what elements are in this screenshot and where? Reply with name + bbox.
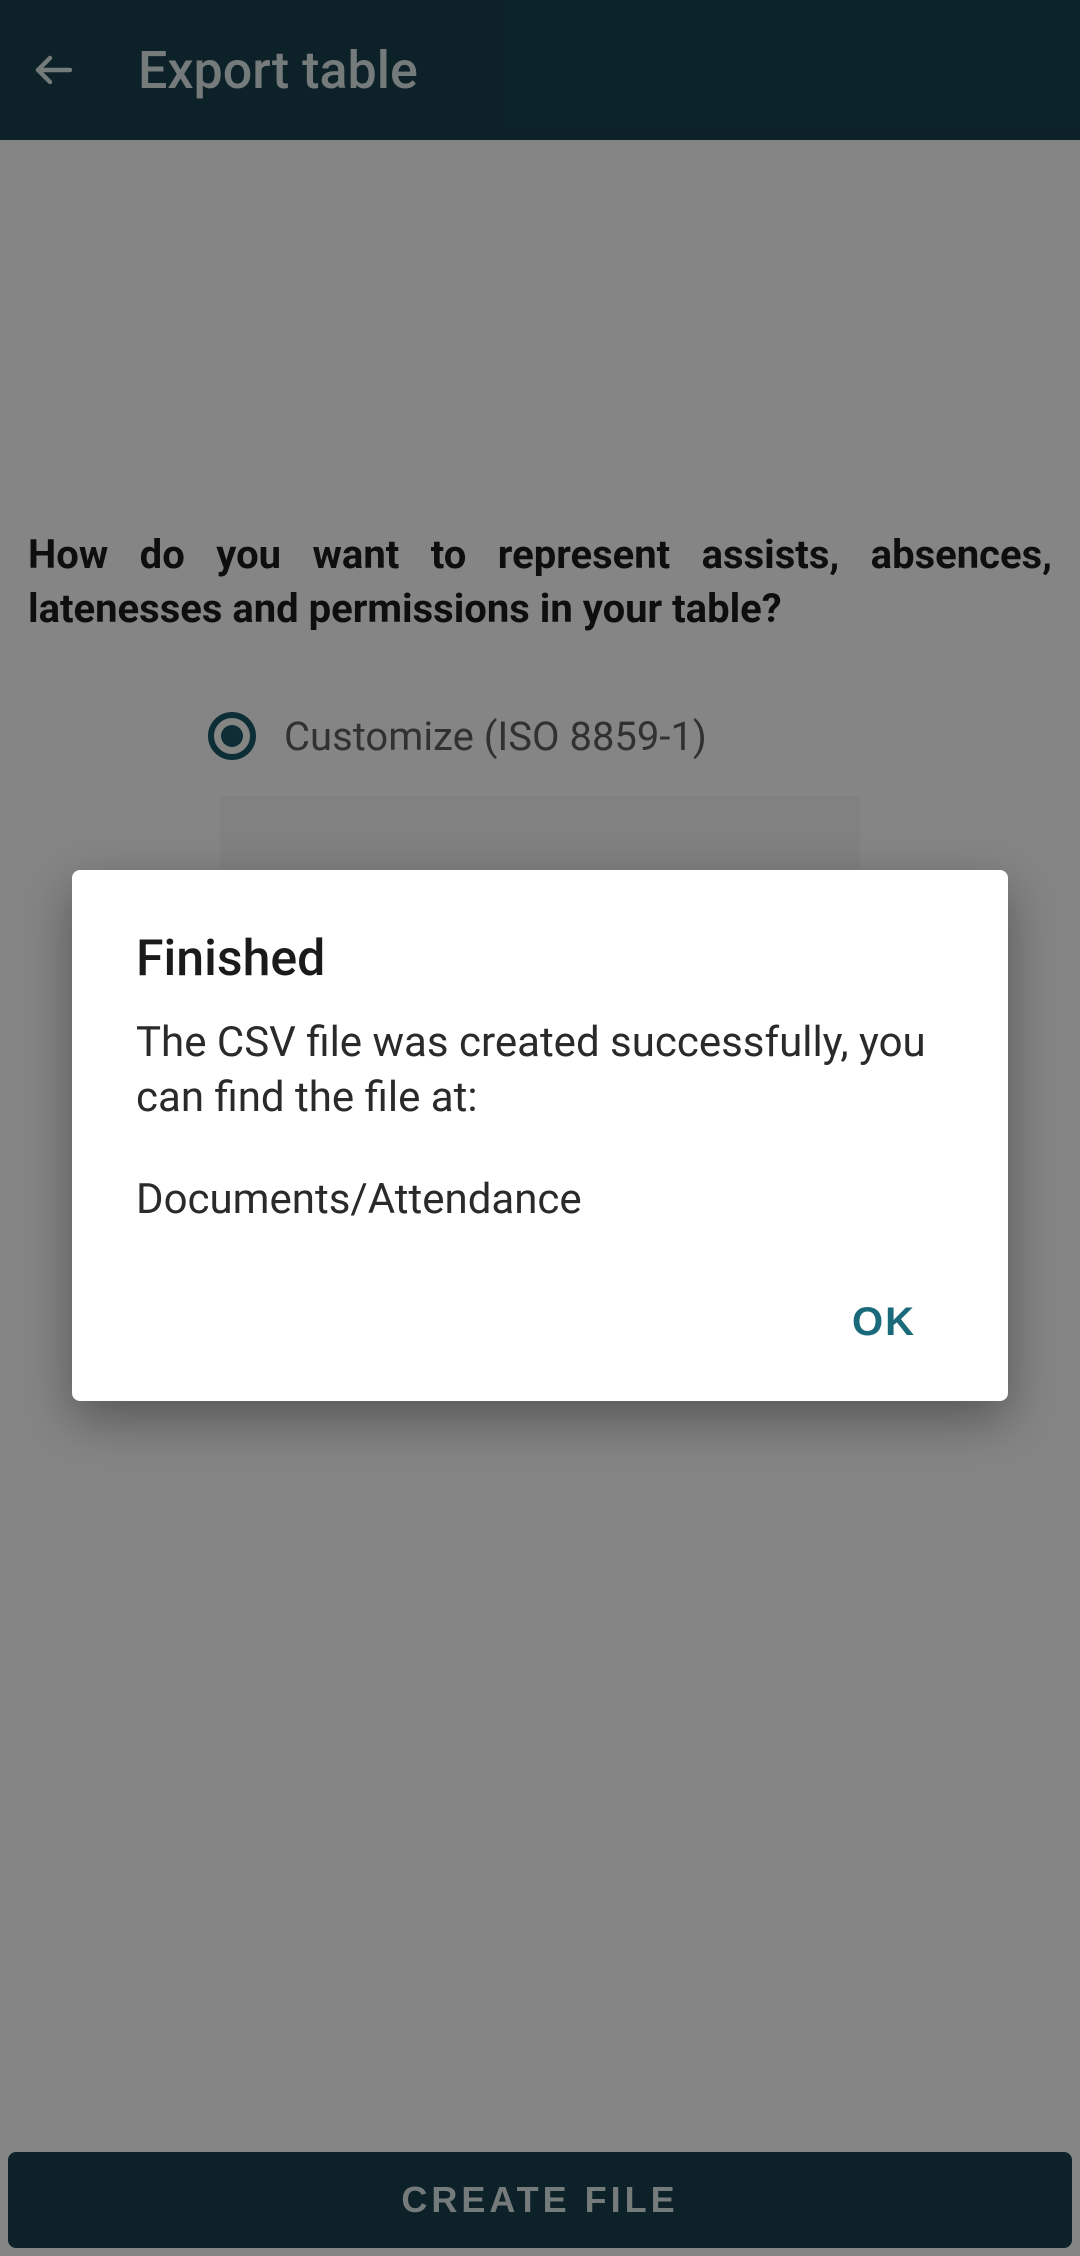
- dialog-title: Finished: [136, 930, 944, 988]
- dialog-message-2: Documents/Attendance: [136, 1173, 944, 1228]
- finished-dialog: Finished The CSV file was created succes…: [72, 870, 1008, 1401]
- dialog-message-1: The CSV file was created successfully, y…: [136, 1016, 944, 1125]
- ok-button[interactable]: OK: [824, 1284, 944, 1361]
